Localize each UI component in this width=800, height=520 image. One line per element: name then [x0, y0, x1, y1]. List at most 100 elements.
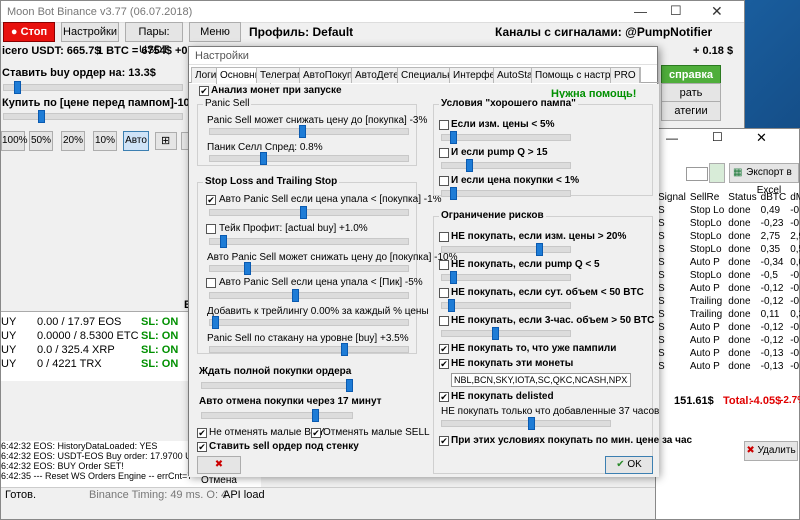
if-change-checkbox[interactable]: [439, 120, 449, 130]
table-row[interactable]: STrailingdone0,110,38: [656, 308, 800, 321]
if-change-label: Если изм. цены < 5%: [451, 119, 555, 130]
wait-full-label: Ждать полной покупки ордера: [199, 366, 352, 377]
table-row[interactable]: STrailingdone-0,12-0,12: [656, 295, 800, 308]
no-buy-change-slider[interactable]: [441, 243, 571, 256]
col-dmarket: dMarke: [790, 192, 800, 203]
excel-icon: ▦: [733, 167, 743, 178]
no-buy-vol-slider[interactable]: [441, 299, 571, 312]
trailing-add-label: Добавить к трейлингу 0.00% за каждый % ц…: [207, 306, 429, 317]
auto-panic-2-slider[interactable]: [209, 289, 409, 302]
panic-glass-slider[interactable]: [209, 343, 409, 356]
sell-wall-checkbox[interactable]: [197, 442, 207, 452]
sell-wall-label: Ставить sell ордер под стенку: [209, 441, 359, 452]
pct-100-button[interactable]: 100%: [1, 131, 28, 151]
pct-auto-button[interactable]: Авто: [123, 131, 149, 151]
only-new-slider[interactable]: [441, 417, 611, 430]
ok-check-icon: ✔: [616, 459, 625, 470]
table-row[interactable]: SStopLodone0,350,57: [656, 243, 800, 256]
no-delisted-label: НЕ покупать delisted: [451, 391, 554, 402]
settings-button[interactable]: Настройки: [61, 22, 119, 42]
ok-button[interactable]: ✔ OK: [605, 456, 653, 474]
no-buy-vol-checkbox[interactable]: [439, 288, 449, 298]
pct-10-button[interactable]: 10%: [93, 131, 117, 151]
auto-panic-1-slider[interactable]: [209, 206, 409, 219]
panic-spread-slider[interactable]: [209, 152, 409, 165]
no-buy-pump-checkbox[interactable]: [439, 260, 449, 270]
no-buy-change-checkbox[interactable]: [439, 232, 449, 242]
wait-full-slider[interactable]: [201, 379, 353, 392]
table-row[interactable]: SAuto Pdone-0,13-0,12: [656, 347, 800, 360]
strategies-button[interactable]: атегии: [661, 101, 721, 121]
no-cancel-buy-checkbox[interactable]: [197, 428, 207, 438]
total-value: -4.05$: [750, 395, 782, 407]
pct-50-button[interactable]: 50%: [29, 131, 53, 151]
min-price-checkbox[interactable]: [439, 436, 449, 446]
table-row[interactable]: SAuto Pdone-0,340,03: [656, 256, 800, 269]
delete-button[interactable]: ✖ Удалить: [744, 441, 798, 461]
col-sellreason: SellRe: [689, 192, 720, 203]
close-icon[interactable]: ✕: [711, 3, 723, 20]
no-buy-pump-slider[interactable]: [441, 271, 571, 284]
no-buy-3h-checkbox[interactable]: [439, 316, 449, 326]
table-row[interactable]: SStop Lodone0,49-0,37: [656, 204, 800, 217]
auto-panic-lower-slider[interactable]: [209, 262, 409, 275]
buy-order-slider[interactable]: [3, 81, 183, 94]
no-delisted-checkbox[interactable]: [439, 392, 449, 402]
auto-panic-1-checkbox[interactable]: [206, 195, 216, 205]
export-excel-button[interactable]: ▦ Экспорт в Excel: [729, 163, 799, 196]
maximize-icon[interactable]: ☐: [670, 3, 682, 19]
status-bar: Готов. Binance Timing: 49 ms. O: 4 API l…: [1, 487, 746, 501]
no-buy-these-checkbox[interactable]: [439, 359, 449, 369]
table-row[interactable]: SStopLodone-0,5-0,52: [656, 269, 800, 282]
help-button[interactable]: справка: [661, 65, 721, 85]
settings-pane: Анализ монет при запуске Нужна помощь! P…: [189, 84, 692, 486]
take-profit-slider[interactable]: [209, 235, 409, 248]
no-buy-pumped-checkbox[interactable]: [439, 344, 449, 354]
status-ready: Готов.: [5, 489, 37, 501]
menu-button[interactable]: Меню: [189, 22, 241, 42]
table-row[interactable]: SAuto Pdone-0,12-0,12: [656, 282, 800, 295]
panic-lower-slider[interactable]: [209, 125, 409, 138]
trailing-add-slider[interactable]: [209, 316, 409, 329]
tab-pro[interactable]: PRO: [610, 67, 640, 83]
cancel-sell-checkbox[interactable]: [311, 428, 321, 438]
buy-order-label: Ставить buy ордер на: 13.3$: [2, 67, 156, 79]
pairs-button[interactable]: Пары: USDT: [125, 22, 183, 56]
delete-icon: ✖: [746, 445, 755, 456]
total-label: Total:: [723, 395, 753, 407]
minimize-icon[interactable]: —: [666, 131, 678, 145]
auto-panic-2-checkbox[interactable]: [206, 278, 216, 288]
analyze-checkbox[interactable]: [199, 86, 209, 96]
if-change-slider[interactable]: [441, 131, 571, 144]
maximize-icon[interactable]: ☐: [712, 130, 723, 144]
auto-cancel-slider[interactable]: [201, 409, 353, 422]
profile-label: Профиль: Default: [249, 25, 354, 39]
buy-price-slider[interactable]: [3, 110, 183, 123]
no-buy-3h-slider[interactable]: [441, 327, 571, 340]
minimize-icon[interactable]: —: [634, 4, 647, 19]
no-cancel-buy-label: Не отменять малые BUY: [209, 427, 325, 438]
refresh-icon[interactable]: [709, 163, 725, 183]
if-price-slider[interactable]: [441, 187, 571, 200]
table-row[interactable]: SStopLodone2,752,99: [656, 230, 800, 243]
markets-button[interactable]: рать маркеты: [661, 83, 721, 117]
table-row[interactable]: SAuto Pdone-0,13-0,12: [656, 360, 800, 373]
dialog-title: Настройки: [189, 47, 657, 65]
filter-input[interactable]: [686, 167, 708, 181]
cancel-button[interactable]: ✖ Отмена: [197, 456, 241, 486]
pct-20-button[interactable]: 20%: [61, 131, 85, 151]
close-icon[interactable]: ✕: [756, 130, 767, 146]
grid-icon[interactable]: ⊞: [155, 132, 177, 150]
if-pump-slider[interactable]: [441, 159, 571, 172]
coins-blacklist-input[interactable]: [451, 373, 631, 387]
if-pump-checkbox[interactable]: [439, 148, 449, 158]
col-status: Status: [728, 192, 757, 203]
take-profit-checkbox[interactable]: [206, 224, 216, 234]
stop-button[interactable]: ● Стоп: [3, 22, 55, 42]
min-price-label: При этих условиях покупать по мин. цене …: [451, 435, 693, 446]
table-row[interactable]: SAuto Pdone-0,12-0,12: [656, 321, 800, 334]
table-row[interactable]: SAuto Pdone-0,12-0,12: [656, 334, 800, 347]
table-row[interactable]: SStopLodone-0,23-0,37: [656, 217, 800, 230]
if-price-checkbox[interactable]: [439, 176, 449, 186]
orders-table: Signal SellRe Status dBTC dMarke SStop L…: [656, 191, 800, 373]
